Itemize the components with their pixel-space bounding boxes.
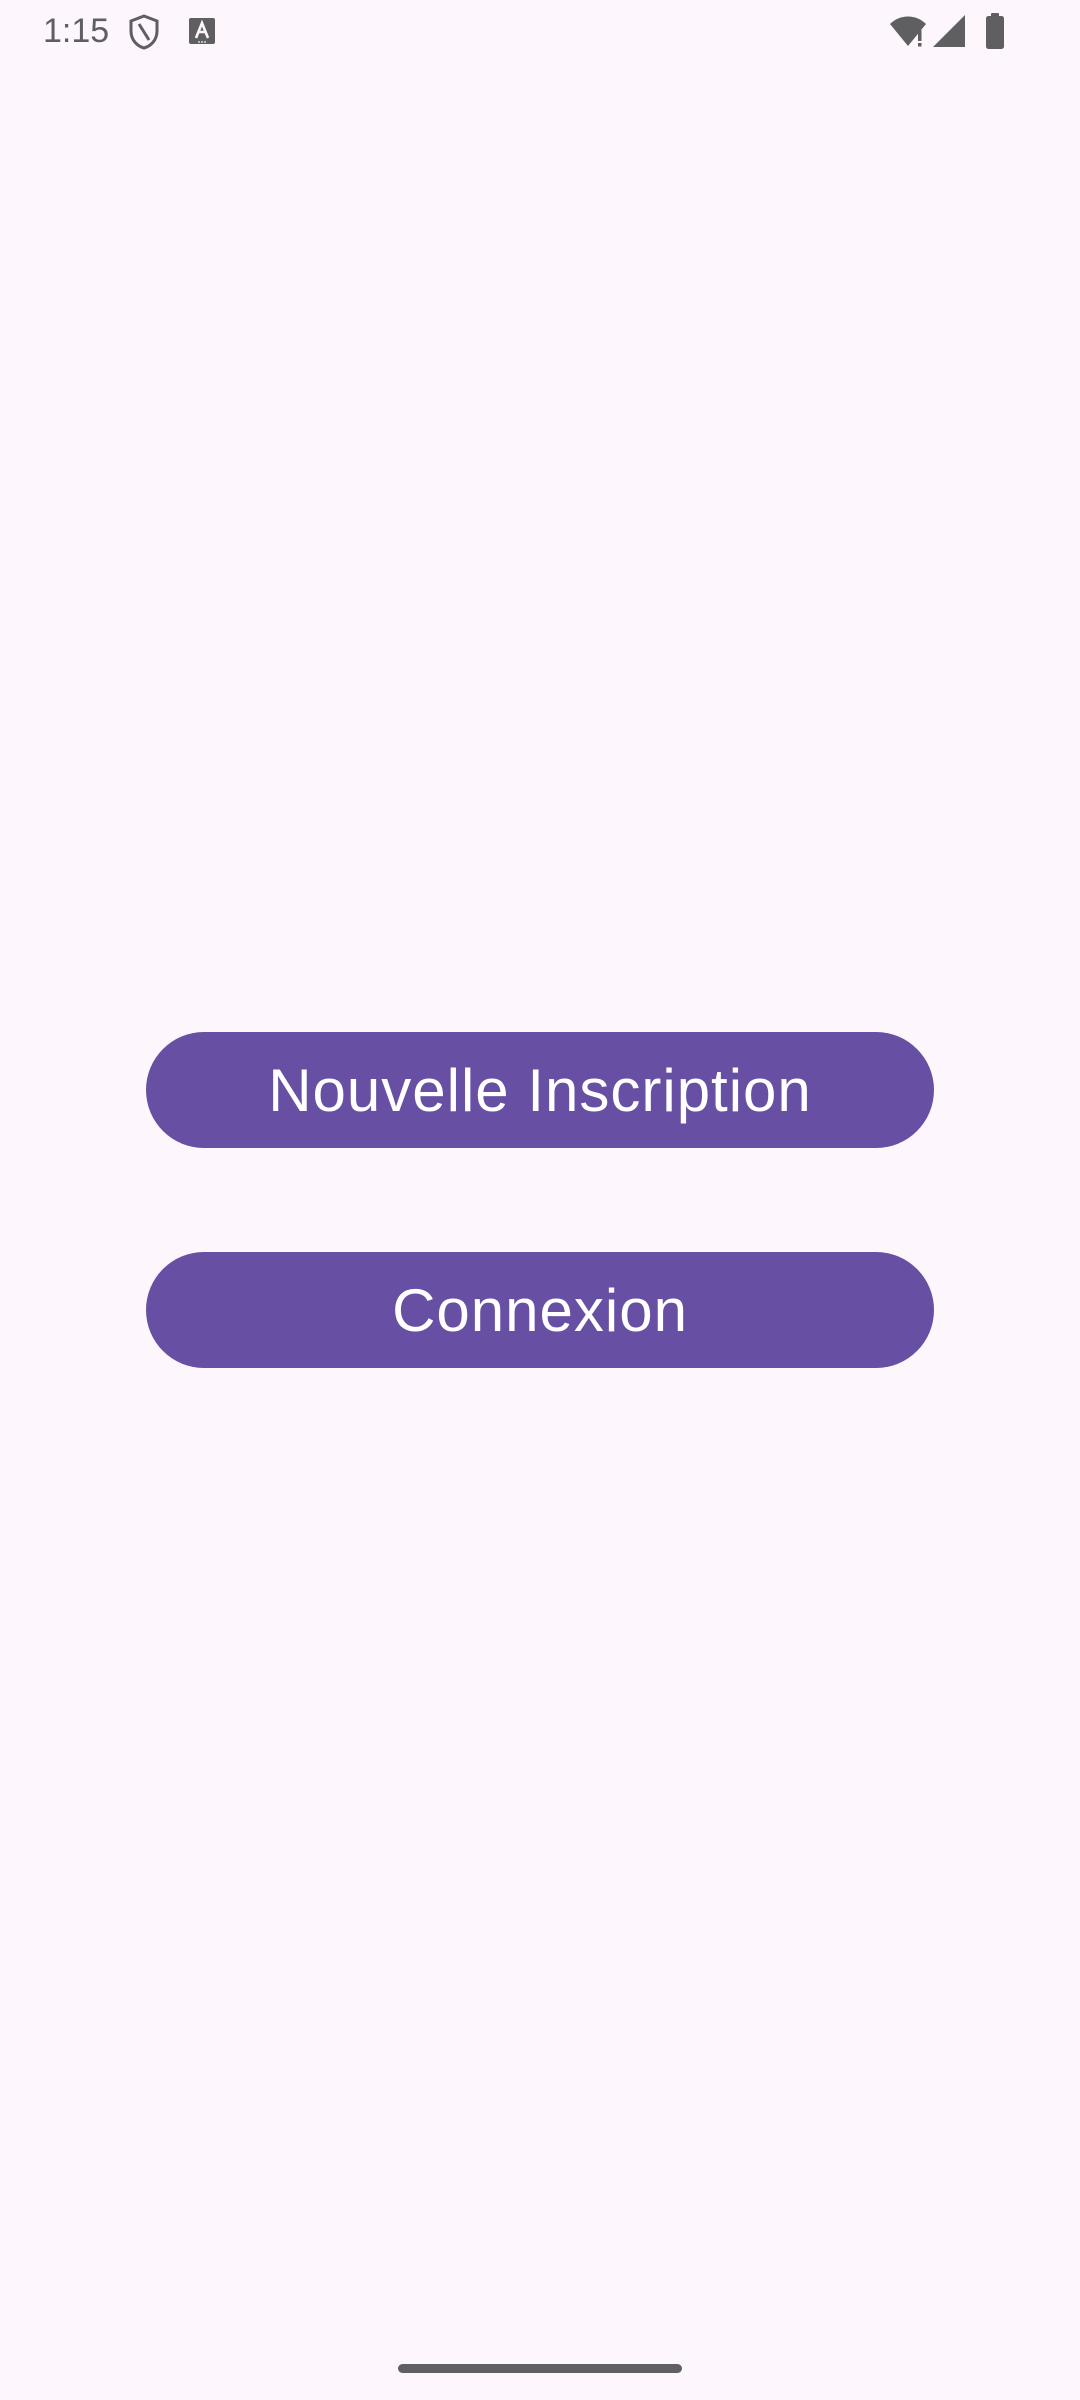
wifi-icon bbox=[890, 16, 926, 47]
signal-icon bbox=[933, 15, 965, 47]
status-time: 1:15 bbox=[43, 12, 110, 50]
new-registration-button[interactable]: Nouvelle Inscription bbox=[146, 1032, 934, 1148]
gesture-nav-handle[interactable] bbox=[398, 2364, 682, 2373]
login-button[interactable]: Connexion bbox=[146, 1252, 934, 1368]
screen: 1:15 Nouvelle Inscription Connexion bbox=[0, 0, 1080, 2400]
shield-icon bbox=[129, 14, 159, 50]
battery-icon bbox=[986, 13, 1004, 49]
keyboard-icon bbox=[189, 18, 215, 44]
status-bar: 1:15 bbox=[0, 0, 1080, 62]
